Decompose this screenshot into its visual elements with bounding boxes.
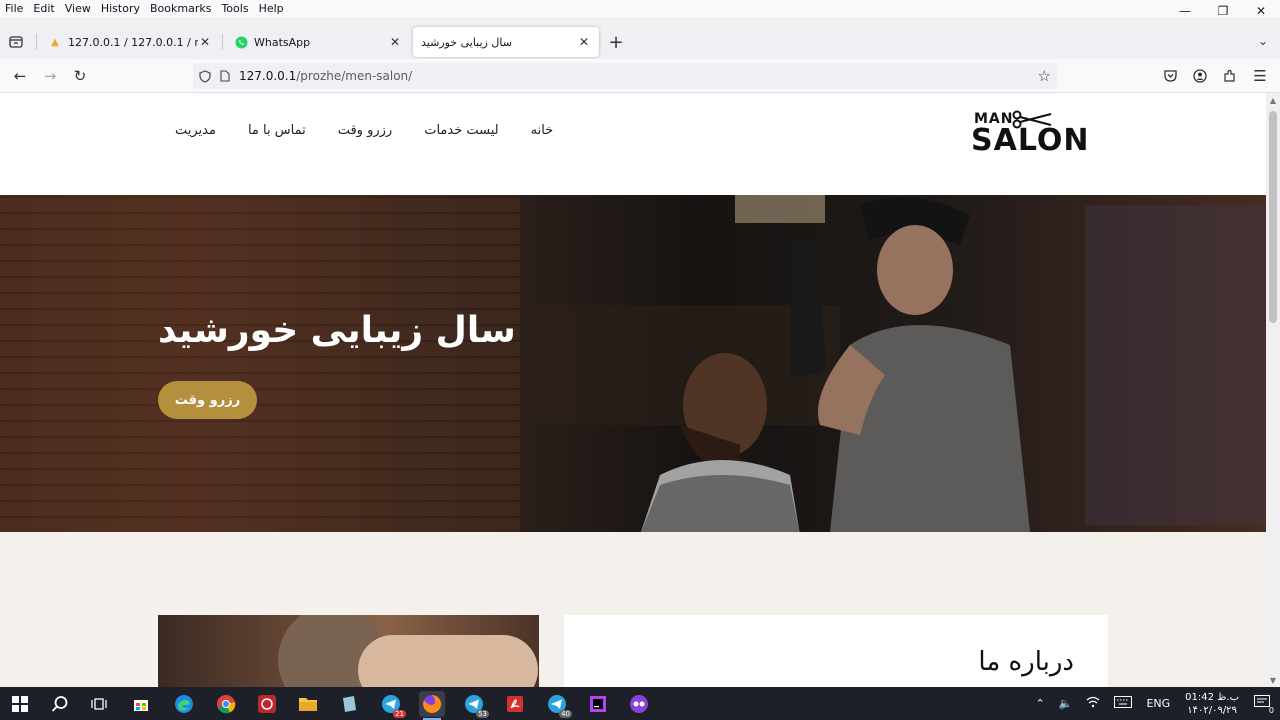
navigation-toolbar: ← → ↻ 127.0.0.1/prozhe/men-salon/ ☆ ☰ bbox=[0, 59, 1280, 93]
about-card: درباره ما bbox=[564, 615, 1108, 687]
window-controls: — ❐ ✕ bbox=[1166, 0, 1280, 24]
volume-icon[interactable]: 🔈 bbox=[1059, 697, 1073, 710]
hero-overlay bbox=[0, 195, 1266, 532]
notification-count: 0 bbox=[1268, 706, 1274, 715]
back-icon[interactable]: ← bbox=[10, 66, 30, 86]
nav-link-admin[interactable]: مدیریت bbox=[175, 123, 216, 138]
close-icon[interactable]: ✕ bbox=[388, 35, 402, 49]
scroll-up-icon[interactable]: ▲ bbox=[1266, 93, 1280, 107]
phpmyadmin-icon: ▲ bbox=[51, 36, 59, 48]
menu-view[interactable]: View bbox=[60, 2, 96, 15]
telegram-icon-2[interactable]: 53 bbox=[461, 691, 489, 718]
site-logo[interactable]: MAN SALON bbox=[971, 109, 1091, 159]
nav-link-home[interactable]: خانه bbox=[531, 123, 554, 138]
tab-phpmyadmin[interactable]: ▲ 127.0.0.1 / 127.0.0.1 / msalon / ✕ bbox=[40, 27, 220, 57]
bookmark-star-icon[interactable]: ☆ bbox=[1038, 67, 1051, 85]
reload-icon[interactable]: ↻ bbox=[70, 66, 90, 86]
close-icon[interactable]: ✕ bbox=[198, 35, 212, 49]
telegram-icon-3[interactable]: 40 bbox=[544, 691, 572, 718]
hero-banner: سال زیبایی خورشید رزرو وقت bbox=[0, 195, 1266, 532]
chevron-up-icon[interactable]: ⌃ bbox=[1036, 697, 1045, 710]
acrobat-icon[interactable] bbox=[502, 691, 528, 717]
chevron-down-icon[interactable]: ⌄ bbox=[1258, 34, 1268, 48]
scrollbar-thumb[interactable] bbox=[1269, 111, 1277, 323]
nav-link-booking[interactable]: رزرو وقت bbox=[338, 123, 393, 138]
tab-salon[interactable]: سال زیبایی خورشید ✕ bbox=[413, 27, 599, 57]
account-icon[interactable] bbox=[1190, 66, 1210, 86]
firefox-icon[interactable] bbox=[419, 691, 445, 720]
firefox-view-icon[interactable] bbox=[6, 32, 26, 52]
app-red-icon[interactable] bbox=[254, 691, 280, 717]
forward-icon[interactable]: → bbox=[40, 66, 60, 86]
menu-edit[interactable]: Edit bbox=[28, 2, 59, 15]
search-icon[interactable] bbox=[47, 691, 73, 717]
telegram-badge: 21 bbox=[393, 710, 406, 718]
tab-label: WhatsApp bbox=[254, 35, 311, 49]
edge-icon[interactable] bbox=[171, 691, 197, 717]
site-header: خانه لیست خدمات رزرو وقت تماس با ما مدیر… bbox=[0, 93, 1266, 195]
about-title: درباره ما bbox=[978, 647, 1074, 677]
telegram-badge: 53 bbox=[476, 710, 489, 718]
notification-icon[interactable]: 0 bbox=[1254, 695, 1274, 715]
menu-file[interactable]: File bbox=[0, 2, 28, 15]
url-bar[interactable]: 127.0.0.1/prozhe/men-salon/ ☆ bbox=[193, 63, 1057, 89]
notes-app-icon[interactable] bbox=[336, 691, 362, 717]
file-explorer-icon[interactable] bbox=[295, 691, 321, 717]
shield-icon[interactable] bbox=[197, 68, 213, 84]
tab-label: 127.0.0.1 / 127.0.0.1 / msalon / bbox=[68, 35, 198, 49]
url-host: 127.0.0.1 bbox=[239, 69, 297, 83]
menu-history[interactable]: History bbox=[96, 2, 145, 15]
site-navigation: خانه لیست خدمات رزرو وقت تماس با ما مدیر… bbox=[175, 123, 553, 138]
url-path: /prozhe/men-salon/ bbox=[296, 69, 413, 83]
scroll-down-icon[interactable]: ▼ bbox=[1266, 673, 1280, 687]
clock[interactable]: 01:42 ب.ظ ۱۴۰۲/۰۹/۲۹ bbox=[1185, 691, 1239, 717]
menu-bar: File Edit View History Bookmarks Tools H… bbox=[0, 0, 1280, 17]
app-purple-icon[interactable] bbox=[626, 691, 652, 717]
chrome-icon[interactable] bbox=[213, 691, 239, 717]
extensions-icon[interactable] bbox=[1220, 66, 1240, 86]
menu-tools[interactable]: Tools bbox=[216, 2, 253, 15]
language-indicator[interactable]: ENG bbox=[1146, 697, 1170, 710]
minimize-icon[interactable]: — bbox=[1166, 0, 1204, 22]
about-image-arm bbox=[358, 635, 538, 687]
keyboard-icon[interactable] bbox=[1114, 696, 1133, 711]
task-view-icon[interactable] bbox=[86, 691, 112, 717]
tab-strip: ▲ 127.0.0.1 / 127.0.0.1 / msalon / ✕ Wha… bbox=[0, 24, 1280, 59]
page-icon[interactable] bbox=[217, 68, 233, 84]
logo-salon-text: SALON bbox=[971, 123, 1090, 158]
hamburger-menu-icon[interactable]: ☰ bbox=[1250, 66, 1270, 86]
restore-icon[interactable]: ❐ bbox=[1204, 0, 1242, 22]
nav-link-contact[interactable]: تماس با ما bbox=[248, 123, 306, 138]
telegram-icon[interactable]: 21 bbox=[378, 691, 406, 718]
menu-help[interactable]: Help bbox=[254, 2, 289, 15]
close-window-icon[interactable]: ✕ bbox=[1242, 0, 1280, 22]
windows-start-icon[interactable] bbox=[7, 691, 33, 717]
hero-title: سال زیبایی خورشید bbox=[158, 310, 516, 351]
nav-link-services[interactable]: لیست خدمات bbox=[424, 123, 498, 138]
taskbar: 21 53 40 ⌃ 🔈 ENG 01:42 ب.ظ ۱۴۰۲/۰۹/۲۹ 0 bbox=[0, 687, 1280, 720]
url-text: 127.0.0.1/prozhe/men-salon/ bbox=[239, 69, 412, 83]
tab-label: سال زیبایی خورشید bbox=[421, 35, 512, 49]
clock-time: 01:42 ب.ظ bbox=[1185, 691, 1239, 703]
pocket-icon[interactable] bbox=[1160, 66, 1180, 86]
new-tab-icon[interactable]: + bbox=[606, 32, 626, 53]
telegram-badge: 40 bbox=[559, 710, 572, 718]
about-image bbox=[158, 615, 539, 687]
page-scrollbar[interactable]: ▲ ▼ bbox=[1266, 93, 1280, 687]
system-tray: ⌃ 🔈 ENG 01:42 ب.ظ ۱۴۰۲/۰۹/۲۹ 0 bbox=[1029, 687, 1280, 720]
clock-date: ۱۴۰۲/۰۹/۲۹ bbox=[1187, 704, 1237, 716]
store-icon[interactable] bbox=[128, 691, 154, 717]
tab-whatsapp[interactable]: WhatsApp ✕ bbox=[226, 27, 410, 57]
close-icon[interactable]: ✕ bbox=[577, 35, 591, 49]
hero-booking-button[interactable]: رزرو وقت bbox=[158, 381, 257, 419]
whatsapp-icon bbox=[234, 35, 248, 49]
web-page: خانه لیست خدمات رزرو وقت تماس با ما مدیر… bbox=[0, 93, 1266, 687]
phpstorm-icon[interactable] bbox=[585, 691, 611, 717]
menu-bookmarks[interactable]: Bookmarks bbox=[145, 2, 216, 15]
wifi-icon[interactable] bbox=[1086, 696, 1100, 711]
